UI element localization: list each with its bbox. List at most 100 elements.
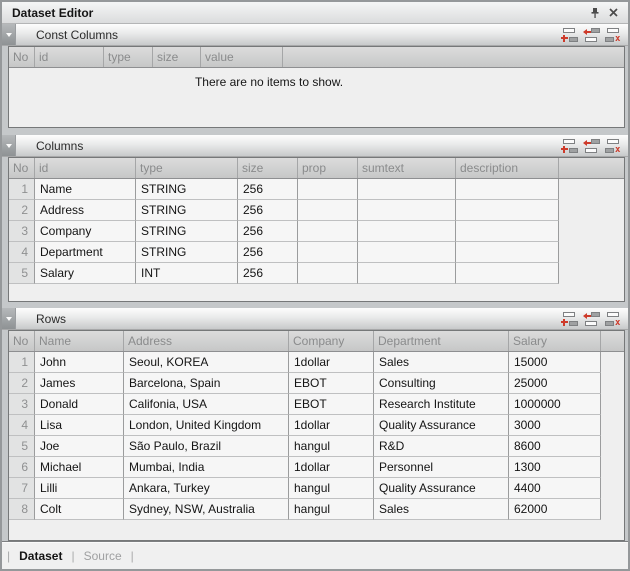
data-cell[interactable]: 15000 (509, 352, 601, 373)
delete-row-button[interactable]: x (605, 312, 622, 326)
data-cell[interactable]: 1dollar (289, 457, 374, 478)
data-cell[interactable]: INT (136, 263, 238, 284)
column-header-no[interactable]: No (9, 331, 35, 351)
data-cell[interactable] (456, 242, 559, 263)
data-cell[interactable]: 256 (238, 179, 298, 200)
data-cell[interactable] (298, 242, 358, 263)
delete-row-button[interactable]: x (605, 139, 622, 153)
data-cell[interactable]: Mumbai, India (124, 457, 289, 478)
data-cell[interactable]: STRING (136, 242, 238, 263)
insert-row-button[interactable] (583, 312, 600, 326)
column-header-prop[interactable]: prop (298, 158, 358, 178)
insert-row-button[interactable] (583, 28, 600, 42)
data-cell[interactable]: Quality Assurance (374, 478, 509, 499)
column-header-address[interactable]: Address (124, 331, 289, 351)
data-cell[interactable]: Sydney, NSW, Australia (124, 499, 289, 520)
data-cell[interactable]: Barcelona, Spain (124, 373, 289, 394)
data-cell[interactable]: Quality Assurance (374, 415, 509, 436)
data-cell[interactable] (456, 200, 559, 221)
data-cell[interactable]: 4400 (509, 478, 601, 499)
column-header-no[interactable]: No (9, 47, 35, 67)
data-cell[interactable]: Lisa (35, 415, 124, 436)
data-cell[interactable]: STRING (136, 221, 238, 242)
data-cell[interactable]: Sales (374, 352, 509, 373)
data-cell[interactable] (358, 179, 456, 200)
column-header-type[interactable]: type (136, 158, 238, 178)
data-cell[interactable]: STRING (136, 200, 238, 221)
data-cell[interactable]: Consulting (374, 373, 509, 394)
data-cell[interactable]: Joe (35, 436, 124, 457)
data-cell[interactable]: EBOT (289, 373, 374, 394)
data-cell[interactable]: EBOT (289, 394, 374, 415)
column-header-size[interactable]: size (153, 47, 201, 67)
data-cell[interactable]: hangul (289, 436, 374, 457)
data-cell[interactable]: 256 (238, 200, 298, 221)
data-cell[interactable] (456, 263, 559, 284)
data-cell[interactable]: Seoul, KOREA (124, 352, 289, 373)
data-cell[interactable]: Personnel (374, 457, 509, 478)
data-cell[interactable]: 1300 (509, 457, 601, 478)
data-cell[interactable] (298, 221, 358, 242)
pin-button[interactable] (586, 5, 604, 21)
data-cell[interactable] (298, 263, 358, 284)
data-cell[interactable]: Ankara, Turkey (124, 478, 289, 499)
data-cell[interactable] (358, 263, 456, 284)
data-cell[interactable]: Califonia, USA (124, 394, 289, 415)
tab-source[interactable]: Source (84, 549, 122, 563)
data-cell[interactable]: Salary (35, 263, 136, 284)
data-cell[interactable]: London, United Kingdom (124, 415, 289, 436)
column-header-id[interactable]: id (35, 158, 136, 178)
column-header-department[interactable]: Department (374, 331, 509, 351)
data-cell[interactable] (456, 179, 559, 200)
delete-row-button[interactable]: x (605, 28, 622, 42)
data-cell[interactable]: Name (35, 179, 136, 200)
column-header-no[interactable]: No (9, 158, 35, 178)
data-cell[interactable]: John (35, 352, 124, 373)
data-cell[interactable]: 1dollar (289, 352, 374, 373)
data-cell[interactable]: 3000 (509, 415, 601, 436)
collapse-button[interactable] (2, 308, 16, 329)
data-cell[interactable]: Address (35, 200, 136, 221)
column-header-sumtext[interactable]: sumtext (358, 158, 456, 178)
data-cell[interactable] (298, 179, 358, 200)
column-header-id[interactable]: id (35, 47, 104, 67)
column-header-name[interactable]: Name (35, 331, 124, 351)
data-cell[interactable]: 1dollar (289, 415, 374, 436)
data-cell[interactable]: 256 (238, 221, 298, 242)
data-cell[interactable] (358, 242, 456, 263)
data-cell[interactable]: James (35, 373, 124, 394)
data-cell[interactable]: Michael (35, 457, 124, 478)
tab-dataset[interactable]: Dataset (19, 549, 62, 563)
column-header-salary[interactable]: Salary (509, 331, 601, 351)
data-cell[interactable]: 25000 (509, 373, 601, 394)
data-cell[interactable]: 256 (238, 242, 298, 263)
close-button[interactable] (604, 5, 622, 21)
data-cell[interactable]: São Paulo, Brazil (124, 436, 289, 457)
data-cell[interactable]: R&D (374, 436, 509, 457)
data-cell[interactable] (298, 200, 358, 221)
data-cell[interactable]: 1000000 (509, 394, 601, 415)
data-cell[interactable]: 62000 (509, 499, 601, 520)
add-row-button[interactable] (561, 139, 578, 153)
data-cell[interactable]: Research Institute (374, 394, 509, 415)
data-cell[interactable]: Company (35, 221, 136, 242)
add-row-button[interactable] (561, 312, 578, 326)
column-header-value[interactable]: value (201, 47, 283, 67)
data-cell[interactable]: hangul (289, 478, 374, 499)
insert-row-button[interactable] (583, 139, 600, 153)
data-cell[interactable] (358, 221, 456, 242)
data-cell[interactable]: Lilli (35, 478, 124, 499)
add-row-button[interactable] (561, 28, 578, 42)
data-cell[interactable]: hangul (289, 499, 374, 520)
data-cell[interactable]: Department (35, 242, 136, 263)
column-header-company[interactable]: Company (289, 331, 374, 351)
data-cell[interactable] (456, 221, 559, 242)
data-cell[interactable]: Sales (374, 499, 509, 520)
collapse-button[interactable] (2, 135, 16, 156)
data-cell[interactable]: STRING (136, 179, 238, 200)
collapse-button[interactable] (2, 24, 16, 45)
column-header-size[interactable]: size (238, 158, 298, 178)
data-cell[interactable]: Donald (35, 394, 124, 415)
data-cell[interactable] (358, 200, 456, 221)
data-cell[interactable]: Colt (35, 499, 124, 520)
